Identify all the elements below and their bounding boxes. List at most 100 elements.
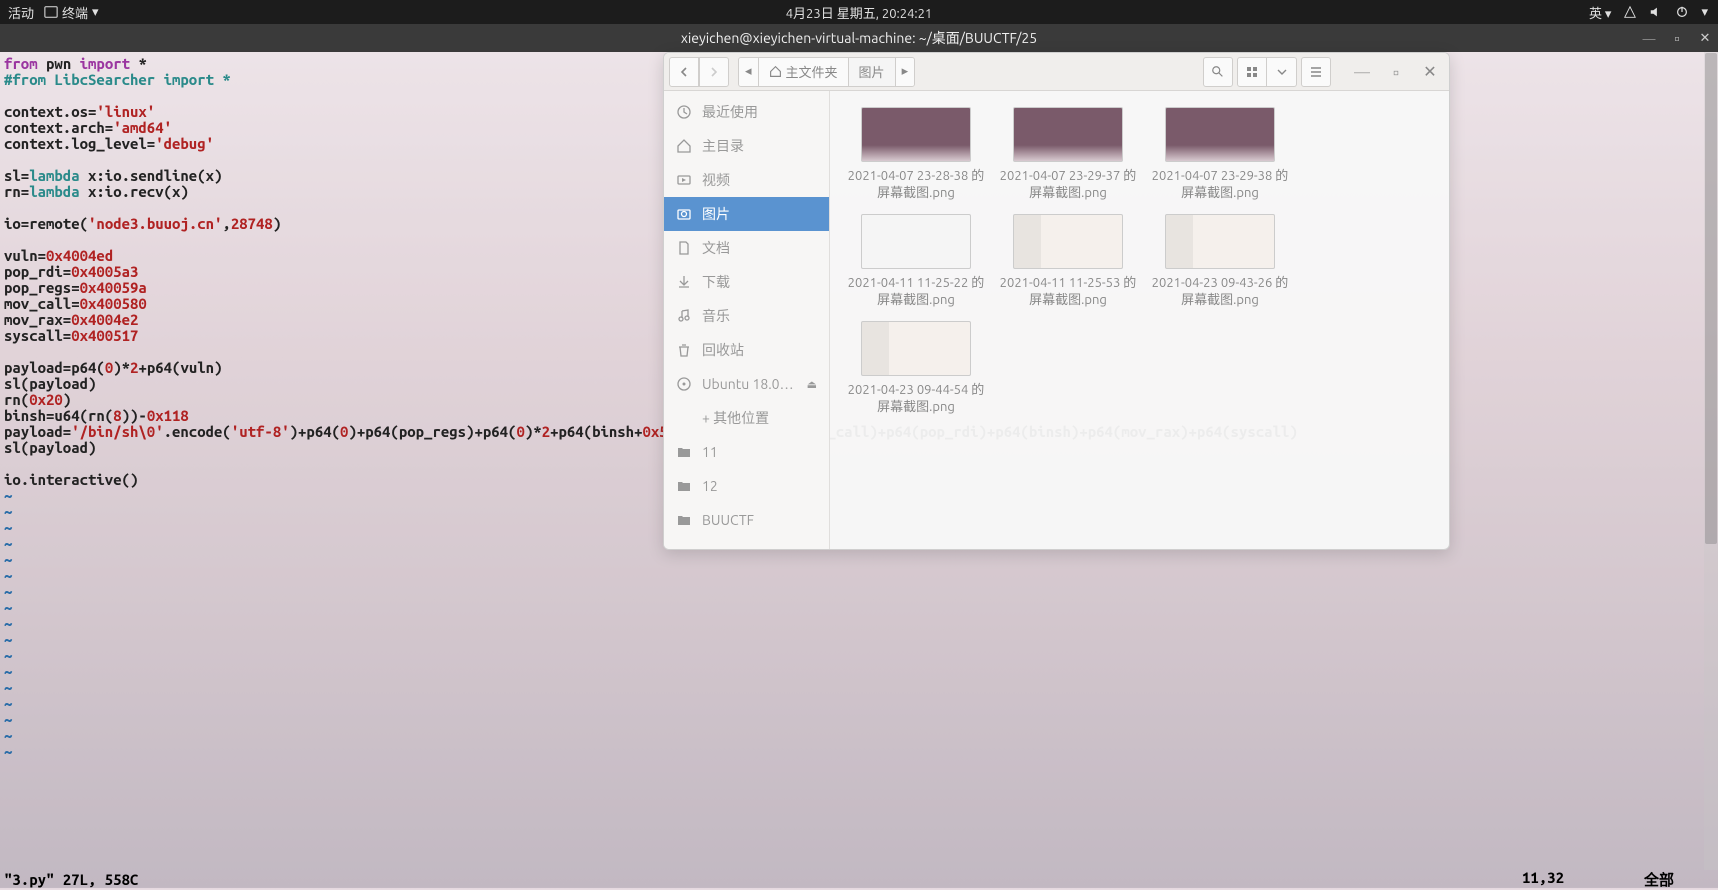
maximize-button[interactable]: ▫ [1381, 57, 1411, 87]
path-current[interactable]: 图片 [849, 58, 896, 86]
path-left-icon[interactable]: ◂ [739, 58, 759, 86]
sidebar-icon [676, 274, 692, 290]
path-bar: ◂ 主文件夹 图片 ▸ [738, 57, 915, 87]
terminal-icon [44, 5, 58, 19]
app-menu[interactable]: 终端 ▾ [44, 3, 99, 22]
chevron-left-icon [678, 66, 690, 78]
volume-icon[interactable] [1649, 5, 1663, 19]
hamburger-menu-button[interactable] [1301, 57, 1331, 87]
sidebar-item[interactable]: BUUCTF [664, 503, 829, 537]
chevron-down-icon: ▾ [1701, 5, 1708, 20]
view-menu-button[interactable] [1267, 57, 1297, 87]
sidebar-icon [676, 376, 692, 392]
search-icon [1211, 65, 1225, 79]
sidebar-item[interactable]: 最近使用 [664, 95, 829, 129]
sidebar-item-label: 视频 [702, 170, 730, 190]
sidebar-item[interactable]: 图片 [664, 197, 829, 231]
file-name-label: 2021-04-07 23-28-38 的屏幕截图.png [846, 168, 986, 202]
file-name-label: 2021-04-11 11-25-53 的屏幕截图.png [998, 275, 1138, 309]
forward-button[interactable] [699, 57, 729, 87]
files-sidebar: 最近使用主目录视频图片文档下载音乐回收站 Ubuntu 18.0…⏏ + 其他位置 1… [664, 91, 830, 549]
sidebar-item[interactable]: 下载 [664, 265, 829, 299]
sidebar-icon [676, 308, 692, 324]
gnome-topbar: 活动 终端 ▾ 4月23日 星期五, 20:24:21 英 ▾ ▾ [0, 0, 1718, 24]
sidebar-item[interactable]: 主目录 [664, 129, 829, 163]
file-item[interactable]: 2021-04-11 11-25-22 的屏幕截图.png [842, 210, 990, 313]
sidebar-item[interactable]: 文档 [664, 231, 829, 265]
sidebar-item[interactable]: 11 [664, 435, 829, 469]
sidebar-item[interactable]: Ubuntu 18.0…⏏ [664, 367, 829, 401]
view-grid-button[interactable] [1237, 57, 1267, 87]
sidebar-icon [676, 240, 692, 256]
home-icon [769, 65, 782, 78]
sidebar-item[interactable]: 视频 [664, 163, 829, 197]
vim-status-bar: "3.py" 27L, 558C 11,32 全部 [0, 870, 1718, 888]
network-icon[interactable] [1623, 5, 1637, 19]
sidebar-icon [676, 444, 692, 460]
sidebar-item-label: 回收站 [702, 340, 744, 360]
chevron-down-icon: ▾ [92, 5, 99, 20]
sidebar-icon [676, 206, 692, 222]
sidebar-item[interactable]: 12 [664, 469, 829, 503]
minimize-button[interactable]: ─ [1642, 31, 1656, 45]
search-button[interactable] [1203, 57, 1233, 87]
file-name-label: 2021-04-23 09-44-54 的屏幕截图.png [846, 382, 986, 416]
sidebar-item-label: 下载 [702, 272, 730, 292]
sidebar-item-label: 图片 [702, 204, 730, 224]
files-content[interactable]: 2021-04-07 23-28-38 的屏幕截图.png 2021-04-07 … [830, 91, 1449, 549]
activities-button[interactable]: 活动 [8, 3, 34, 22]
sidebar-icon [676, 512, 692, 528]
power-icon[interactable] [1675, 5, 1689, 19]
window-title: xieyichen@xieyichen-virtual-machine: ~/桌… [681, 28, 1037, 48]
grid-icon [1246, 66, 1258, 78]
path-home[interactable]: 主文件夹 [759, 58, 849, 86]
sidebar-icon [676, 104, 692, 120]
terminal-scrollbar[interactable] [1704, 52, 1718, 870]
eject-icon[interactable]: ⏏ [807, 378, 817, 391]
file-name-label: 2021-04-07 23-29-38 的屏幕截图.png [1150, 168, 1290, 202]
sidebar-item-label: + 其他位置 [702, 408, 769, 428]
sidebar-icon [676, 172, 692, 188]
file-thumbnail [1165, 107, 1275, 162]
sidebar-icon [676, 138, 692, 154]
minimize-button[interactable]: ─ [1347, 57, 1377, 87]
sidebar-icon [676, 410, 692, 426]
sidebar-icon [676, 478, 692, 494]
sidebar-item-label: 最近使用 [702, 102, 758, 122]
sidebar-item-label: BUUCTF [702, 512, 754, 528]
sidebar-item[interactable]: 回收站 [664, 333, 829, 367]
sidebar-item[interactable]: + 其他位置 [664, 401, 829, 435]
sidebar-icon [676, 342, 692, 358]
file-item[interactable]: 2021-04-11 11-25-53 的屏幕截图.png [994, 210, 1142, 313]
file-thumbnail [861, 107, 971, 162]
file-name-label: 2021-04-11 11-25-22 的屏幕截图.png [846, 275, 986, 309]
file-thumbnail [1165, 214, 1275, 269]
files-headerbar: ◂ 主文件夹 图片 ▸ ─ [664, 53, 1449, 91]
file-item[interactable]: 2021-04-23 09-44-54 的屏幕截图.png [842, 317, 990, 420]
vim-cursor-pos: 11,32 [1522, 869, 1564, 890]
maximize-button[interactable]: ▫ [1670, 31, 1684, 45]
file-thumbnail [1013, 214, 1123, 269]
chevron-down-icon [1276, 66, 1288, 78]
clock[interactable]: 4月23日 星期五, 20:24:21 [786, 3, 933, 22]
back-button[interactable] [669, 57, 699, 87]
path-right-icon[interactable]: ▸ [896, 58, 915, 86]
scrollbar-thumb[interactable] [1705, 53, 1717, 544]
sidebar-item[interactable]: 音乐 [664, 299, 829, 333]
vim-scroll-pos: 全部 [1644, 869, 1674, 890]
file-item[interactable]: 2021-04-23 09-43-26 的屏幕截图.png [1146, 210, 1294, 313]
file-thumbnail [1013, 107, 1123, 162]
chevron-right-icon [708, 66, 720, 78]
close-button[interactable]: ✕ [1698, 31, 1712, 45]
hamburger-icon [1309, 65, 1323, 79]
input-method-indicator[interactable]: 英 ▾ [1589, 3, 1612, 22]
file-name-label: 2021-04-07 23-29-37 的屏幕截图.png [998, 168, 1138, 202]
file-item[interactable]: 2021-04-07 23-29-38 的屏幕截图.png [1146, 103, 1294, 206]
file-item[interactable]: 2021-04-07 23-28-38 的屏幕截图.png [842, 103, 990, 206]
file-thumbnail [861, 321, 971, 376]
sidebar-item-label: 音乐 [702, 306, 730, 326]
window-titlebar: xieyichen@xieyichen-virtual-machine: ~/桌… [0, 24, 1718, 52]
files-window: ◂ 主文件夹 图片 ▸ ─ [663, 52, 1450, 550]
file-item[interactable]: 2021-04-07 23-29-37 的屏幕截图.png [994, 103, 1142, 206]
close-button[interactable]: ✕ [1415, 57, 1445, 87]
